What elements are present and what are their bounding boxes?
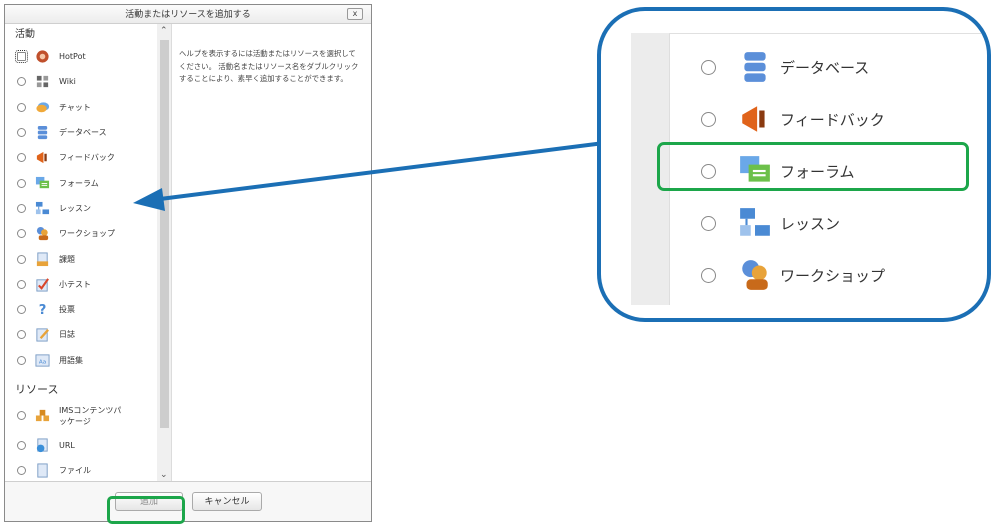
feedback-icon xyxy=(742,106,765,132)
zoom-divider xyxy=(669,33,987,34)
zoom-feedback-radio[interactable] xyxy=(701,111,716,127)
zoom-database-radio[interactable] xyxy=(701,59,716,75)
zoom-item-workshop[interactable]: ワークショップ xyxy=(701,255,885,295)
zoom-item-feedback[interactable]: フィードバック xyxy=(701,99,885,139)
zoom-database-label: データベース xyxy=(780,58,870,77)
workshop-icon xyxy=(742,260,768,290)
zoom-lesson-label: レッスン xyxy=(780,214,841,233)
zoom-item-lesson[interactable]: レッスン xyxy=(701,203,840,243)
zoom-feedback-label: フィードバック xyxy=(780,110,885,129)
zoom-workshop-radio[interactable] xyxy=(701,267,716,283)
database-icon xyxy=(744,52,766,82)
lesson-icon xyxy=(740,208,770,236)
forum-highlight xyxy=(657,142,969,191)
zoom-item-database[interactable]: データベース xyxy=(701,47,869,87)
zoom-workshop-label: ワークショップ xyxy=(780,266,886,285)
zoom-lesson-radio[interactable] xyxy=(701,215,716,231)
